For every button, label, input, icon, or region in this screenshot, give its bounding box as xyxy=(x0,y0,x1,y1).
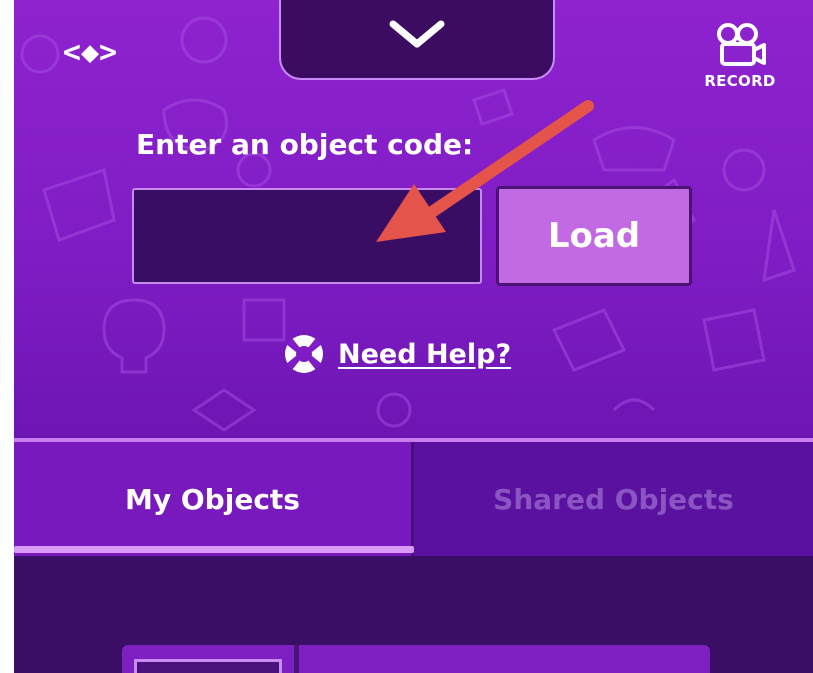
record-button[interactable]: RECORD xyxy=(692,20,788,96)
collapse-panel-button[interactable] xyxy=(279,0,555,80)
object-thumbnail xyxy=(134,659,282,673)
app-screen: <◆> RECORD Enter an object code: Load Ne… xyxy=(14,0,813,673)
object-tabs: My Objects Shared Objects xyxy=(14,442,813,556)
object-code-input[interactable] xyxy=(132,188,482,284)
code-brackets-icon: <◆> xyxy=(62,35,118,70)
record-label: RECORD xyxy=(704,72,776,90)
tab-my-objects[interactable]: My Objects xyxy=(14,442,414,556)
need-help-link[interactable]: Need Help? xyxy=(282,332,511,376)
header-panel: <◆> RECORD Enter an object code: Load Ne… xyxy=(14,0,813,440)
object-code-label: Enter an object code: xyxy=(136,128,474,161)
tab-shared-objects[interactable]: Shared Objects xyxy=(414,442,813,556)
card-separator xyxy=(294,645,299,673)
object-card[interactable] xyxy=(122,645,710,673)
video-camera-icon xyxy=(717,23,766,66)
need-help-label: Need Help? xyxy=(338,338,512,370)
tab-my-objects-label: My Objects xyxy=(125,482,300,516)
chevron-down-icon xyxy=(389,20,445,48)
load-button[interactable]: Load xyxy=(496,186,692,286)
lifebuoy-icon xyxy=(285,335,323,373)
code-brackets-button[interactable]: <◆> xyxy=(50,30,130,76)
active-tab-indicator xyxy=(14,546,414,553)
tab-shared-objects-label: Shared Objects xyxy=(493,482,734,516)
